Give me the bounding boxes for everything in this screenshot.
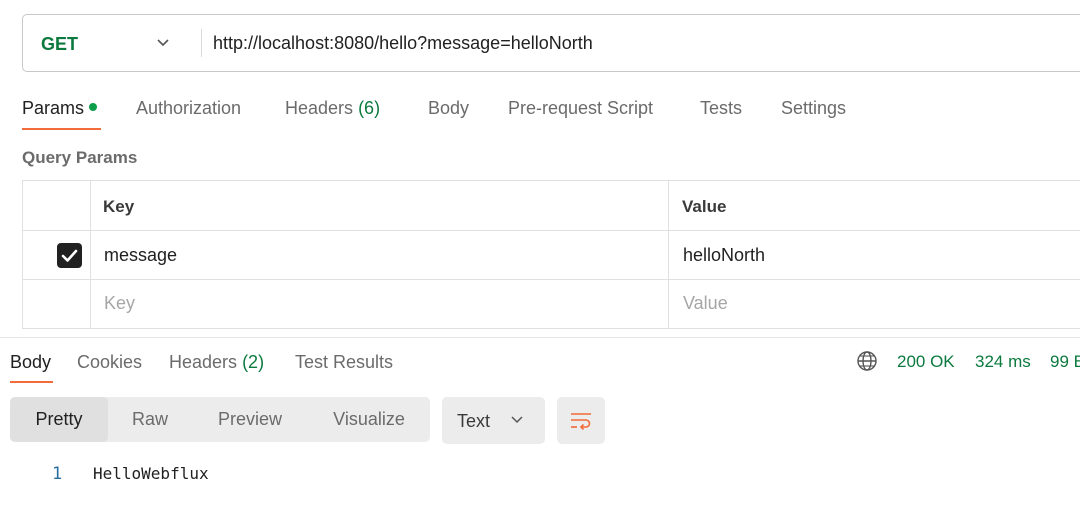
url-divider [201, 29, 202, 57]
format-label: Text [457, 411, 491, 431]
globe-icon[interactable] [856, 350, 878, 372]
status-code[interactable]: 200 OK [897, 352, 955, 372]
mode-preview[interactable]: Preview [200, 397, 300, 442]
param-value-input[interactable]: helloNorth [683, 245, 765, 266]
new-param-value-input[interactable]: Value [683, 293, 728, 314]
body-view-mode-control: Pretty Raw Preview Visualize [10, 397, 430, 442]
tab-underline [22, 128, 101, 130]
panel-separator [0, 337, 1080, 338]
table-divider [90, 181, 91, 328]
line-number: 1 [52, 464, 63, 484]
tab-pre-request-script[interactable]: Pre-request Script [508, 98, 653, 119]
table-divider [668, 181, 669, 328]
url-input[interactable] [213, 30, 1073, 56]
query-params-table: Key Value message helloNorth Key Value [22, 180, 1080, 329]
tab-params-label: Params [22, 98, 85, 118]
format-select[interactable]: Text [442, 397, 545, 444]
table-divider [23, 279, 1080, 280]
check-icon [61, 249, 78, 262]
mode-visualize[interactable]: Visualize [314, 397, 424, 442]
table-divider [23, 230, 1080, 231]
response-body-text[interactable]: HelloWebflux [93, 464, 209, 483]
response-tab-test-results[interactable]: Test Results [295, 352, 393, 373]
response-tab-body[interactable]: Body [10, 352, 51, 373]
tab-params[interactable]: Params [22, 98, 98, 119]
wrap-lines-button[interactable] [557, 397, 605, 444]
tab-authorization[interactable]: Authorization [136, 98, 241, 119]
request-url-bar: GET [22, 14, 1080, 72]
tab-headers[interactable]: Headers (6) [285, 98, 380, 119]
wrap-lines-icon [571, 413, 591, 431]
chevron-down-icon[interactable] [155, 35, 171, 51]
mode-raw[interactable]: Raw [110, 397, 190, 442]
response-time[interactable]: 324 ms [975, 352, 1031, 372]
tab-headers-count: (6) [358, 98, 381, 118]
chevron-down-icon [511, 416, 523, 424]
tab-headers-label: Headers [285, 98, 354, 118]
tab-body[interactable]: Body [428, 98, 469, 119]
response-size[interactable]: 99 B [1050, 352, 1080, 372]
key-column-header: Key [103, 197, 135, 216]
method-select[interactable]: GET [41, 34, 78, 55]
tab-settings[interactable]: Settings [781, 98, 846, 119]
response-tab-headers[interactable]: Headers (2) [169, 352, 264, 373]
param-enabled-checkbox[interactable] [57, 243, 82, 268]
response-tab-cookies[interactable]: Cookies [77, 352, 142, 373]
new-param-key-input[interactable]: Key [104, 293, 135, 314]
tab-tests[interactable]: Tests [700, 98, 742, 119]
response-tab-headers-label: Headers [169, 352, 238, 372]
mode-pretty[interactable]: Pretty [10, 397, 108, 442]
response-tab-headers-count: (2) [242, 352, 265, 372]
response-tab-underline [10, 381, 53, 383]
params-active-dot [89, 103, 98, 112]
value-column-header: Value [682, 197, 727, 216]
param-key-input[interactable]: message [104, 245, 177, 266]
query-params-title: Query Params [22, 148, 138, 167]
